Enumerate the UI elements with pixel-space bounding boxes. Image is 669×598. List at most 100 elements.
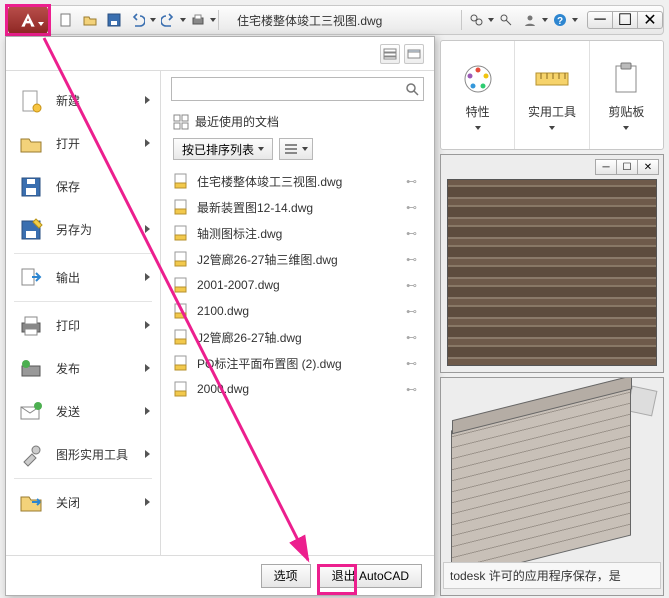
window-controls: ─ ☐ ✕: [588, 11, 663, 29]
recent-file-item[interactable]: 2000.dwg⊷: [161, 376, 434, 402]
dwg-file-icon: [173, 225, 189, 241]
recent-file-item[interactable]: 2001-2007.dwg⊷: [161, 272, 434, 298]
chevron-right-icon: [145, 321, 150, 331]
recent-file-item[interactable]: J2管廊26-27轴.dwg⊷: [161, 324, 434, 350]
view-mode-dropdown[interactable]: [279, 138, 313, 160]
chevron-right-icon: [145, 96, 150, 106]
menu-publish[interactable]: 发布: [6, 347, 160, 390]
recent-file-item[interactable]: 住宅楼整体竣工三视图.dwg⊷: [161, 168, 434, 194]
application-menu: 新建 打开 保存 另存为 输出: [5, 36, 435, 596]
pin-icon[interactable]: ⊷: [406, 201, 422, 214]
sort-dropdown[interactable]: 按已排序列表: [173, 138, 273, 160]
chevron-down-icon: [210, 18, 216, 22]
qat-redo-icon[interactable]: [156, 8, 180, 32]
recent-file-item[interactable]: J2管廊26-27轴三维图.dwg⊷: [161, 246, 434, 272]
recent-file-item[interactable]: 2100.dwg⊷: [161, 298, 434, 324]
qat-save-icon[interactable]: [102, 8, 126, 32]
menu-close[interactable]: 关闭: [6, 481, 160, 524]
recent-file-name: 2001-2007.dwg: [197, 278, 406, 292]
recent-file-item[interactable]: 最新装置图12-14.dwg⊷: [161, 194, 434, 220]
status-message: todesk 许可的应用程序保存，是: [443, 562, 661, 589]
dwg-file-icon: [173, 381, 189, 397]
drawing-elevation: [447, 179, 657, 366]
recent-file-item[interactable]: 轴测图标注.dwg⊷: [161, 220, 434, 246]
recent-file-name: J2管廊26-27轴三维图.dwg: [197, 251, 406, 268]
exit-button[interactable]: 退出 AutoCAD: [319, 564, 422, 588]
menu-label: 关闭: [56, 494, 145, 511]
dwg-file-icon: [173, 329, 189, 345]
recent-file-name: 住宅楼整体竣工三视图.dwg: [197, 173, 406, 190]
menu-open[interactable]: 打开: [6, 122, 160, 165]
app-menu-recent: 最近使用的文档 按已排序列表 住宅楼整体竣工三视图.dwg⊷最新装置图12-14…: [161, 71, 434, 555]
user-icon[interactable]: [518, 8, 542, 32]
qat-undo-icon[interactable]: [126, 8, 150, 32]
menu-label: 图形实用工具: [56, 446, 145, 463]
vp-close[interactable]: ✕: [637, 159, 659, 175]
vp-minimize[interactable]: ─: [595, 159, 617, 175]
qat-open-icon[interactable]: [78, 8, 102, 32]
save-icon: [16, 172, 46, 202]
ribbon-panel-properties[interactable]: 特性: [441, 41, 515, 149]
minimize-button[interactable]: ─: [587, 11, 613, 29]
pin-icon[interactable]: ⊷: [406, 253, 422, 266]
ribbon-panel-clipboard[interactable]: 剪贴板: [590, 41, 663, 149]
publish-icon: [16, 354, 46, 384]
qat-print-icon[interactable]: [186, 8, 210, 32]
ribbon-label: 剪贴板: [608, 103, 644, 120]
viewport-top[interactable]: ─ ☐ ✕: [440, 154, 664, 373]
menu-send[interactable]: 发送: [6, 390, 160, 433]
recent-file-name: 最新装置图12-14.dwg: [197, 199, 406, 216]
qat-new-icon[interactable]: [54, 8, 78, 32]
ribbon-label: 实用工具: [528, 103, 576, 120]
chevron-down-icon: [258, 147, 264, 151]
maximize-button[interactable]: ☐: [612, 11, 638, 29]
recent-docs-toggle-icon[interactable]: [380, 44, 400, 64]
pin-icon[interactable]: ⊷: [406, 357, 422, 370]
key-icon[interactable]: [494, 8, 518, 32]
menu-search[interactable]: [171, 77, 424, 101]
pin-icon[interactable]: ⊷: [406, 383, 422, 396]
pin-icon[interactable]: ⊷: [406, 279, 422, 292]
recent-docs-icon: [173, 114, 189, 130]
ruler-icon: [534, 61, 570, 97]
pin-icon[interactable]: ⊷: [406, 227, 422, 240]
menu-search-input[interactable]: [172, 82, 401, 96]
recent-file-name: 2000.dwg: [197, 382, 406, 396]
chevron-right-icon: [145, 498, 150, 508]
open-docs-toggle-icon[interactable]: [404, 44, 424, 64]
close-button[interactable]: ✕: [637, 11, 663, 29]
chevron-right-icon: [145, 273, 150, 283]
recent-header-label: 最近使用的文档: [195, 113, 279, 130]
dwg-file-icon: [173, 303, 189, 319]
view-cube[interactable]: [627, 386, 658, 417]
find-icon[interactable]: [464, 8, 488, 32]
menu-label: 另存为: [56, 221, 145, 238]
menu-export[interactable]: 输出: [6, 256, 160, 299]
ribbon-label: 特性: [466, 103, 490, 120]
app-menu-button[interactable]: [8, 6, 48, 34]
pin-icon[interactable]: ⊷: [406, 175, 422, 188]
clipboard-icon: [608, 61, 644, 97]
menu-new[interactable]: 新建: [6, 79, 160, 122]
menu-label: 新建: [56, 92, 145, 109]
viewport-bottom[interactable]: todesk 许可的应用程序保存，是: [440, 377, 664, 596]
chevron-right-icon: [145, 364, 150, 374]
pin-icon[interactable]: ⊷: [406, 331, 422, 344]
search-icon[interactable]: [401, 82, 423, 96]
dwg-file-icon: [173, 277, 189, 293]
menu-label: 打开: [56, 135, 145, 152]
menu-drawing-utilities[interactable]: 图形实用工具: [6, 433, 160, 476]
pin-icon[interactable]: ⊷: [406, 305, 422, 318]
chevron-down-icon: [623, 126, 629, 130]
ribbon-panel-utilities[interactable]: 实用工具: [515, 41, 589, 149]
menu-save[interactable]: 保存: [6, 165, 160, 208]
chevron-down-icon: [38, 13, 44, 31]
menu-save-as[interactable]: 另存为: [6, 208, 160, 251]
menu-print[interactable]: 打印: [6, 304, 160, 347]
vp-maximize[interactable]: ☐: [616, 159, 638, 175]
recent-file-name: 轴测图标注.dwg: [197, 225, 406, 242]
options-button[interactable]: 选项: [261, 564, 311, 588]
help-icon[interactable]: ?: [548, 8, 572, 32]
app-menu-commands: 新建 打开 保存 另存为 输出: [6, 71, 161, 555]
recent-file-item[interactable]: PO标注平面布置图 (2).dwg⊷: [161, 350, 434, 376]
